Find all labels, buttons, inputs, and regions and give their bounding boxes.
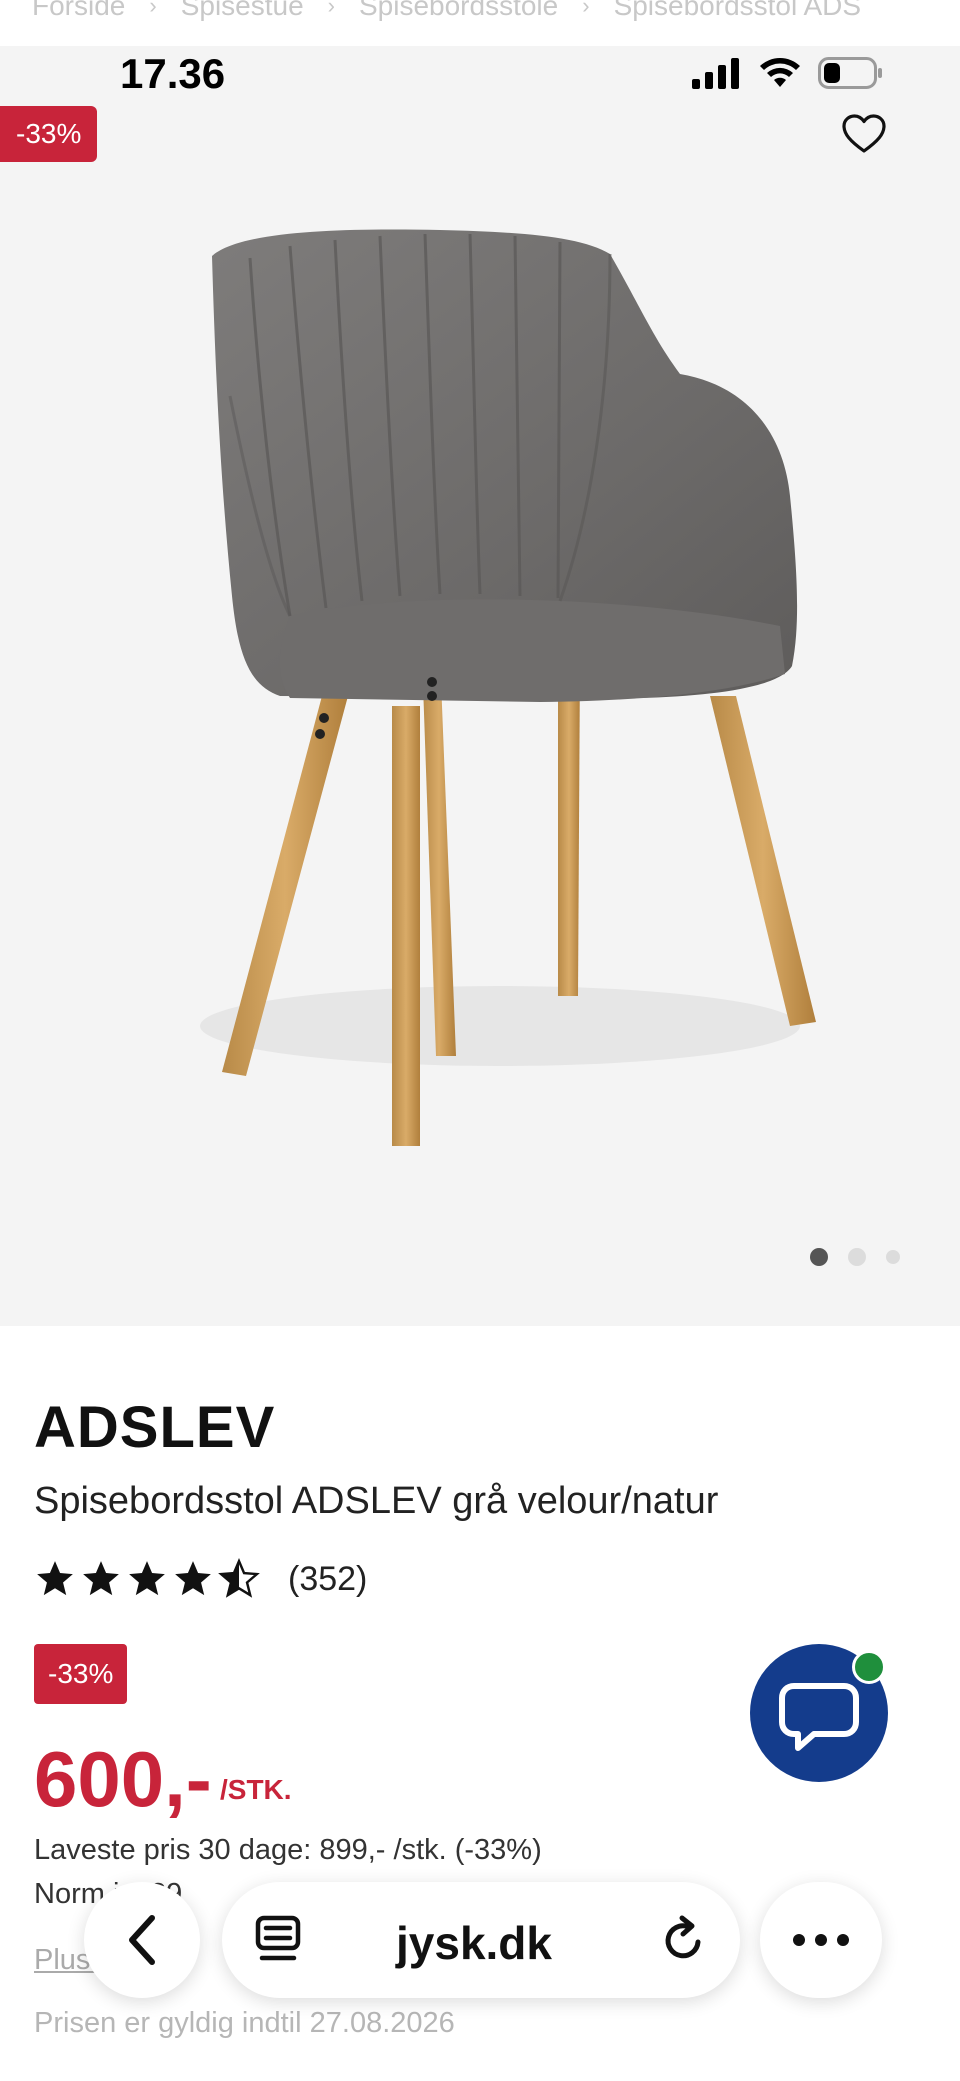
- product-title: Spisebordsstol ADSLEV grå velour/natur: [34, 1480, 719, 1522]
- rating[interactable]: (352): [34, 1558, 367, 1600]
- breadcrumb-separator: ›: [149, 0, 157, 18]
- wifi-icon: [760, 58, 800, 87]
- breadcrumb-separator: ›: [327, 0, 335, 18]
- star-icon: [129, 1561, 165, 1596]
- breadcrumb-item[interactable]: Spisebordsstol ADS: [614, 0, 861, 22]
- cellular-signal-icon: [692, 58, 739, 89]
- url-text[interactable]: jysk.dk: [396, 1916, 552, 1970]
- lowest-price-text: Laveste pris 30 dage: 899,- /stk. (-33%): [34, 1834, 542, 1866]
- star-icon: [83, 1561, 119, 1596]
- address-bar[interactable]: jysk.dk: [222, 1882, 740, 1998]
- gallery-pagination[interactable]: [810, 1248, 900, 1266]
- price: 600,-: [34, 1735, 212, 1823]
- discount-badge: -33%: [34, 1644, 128, 1704]
- product-image: [200, 229, 816, 1146]
- more-button[interactable]: [760, 1882, 882, 1998]
- status-time: 17.36: [120, 50, 226, 97]
- status-icons: [692, 56, 884, 90]
- pagination-dot[interactable]: [886, 1250, 900, 1264]
- product-brand: ADSLEV: [34, 1395, 276, 1460]
- pagination-dot[interactable]: [848, 1248, 866, 1266]
- status-bar: 17.36: [0, 46, 960, 136]
- breadcrumb-item[interactable]: Spisebordsstole: [359, 0, 558, 22]
- breadcrumb: Forside › Spisestue › Spisebordsstole › …: [32, 0, 960, 26]
- star-icon: [175, 1561, 211, 1596]
- back-button[interactable]: [84, 1882, 200, 1998]
- product-image-gallery[interactable]: 17.36 -33%: [0, 46, 960, 1326]
- chevron-left-icon: [129, 1915, 155, 1965]
- discount-badge: -33%: [0, 106, 98, 162]
- breadcrumb-separator: ›: [582, 0, 590, 18]
- breadcrumb-item[interactable]: Forside: [32, 0, 125, 22]
- online-status-dot: [852, 1650, 886, 1684]
- price-validity-text: Prisen er gyldig indtil 27.08.2026: [34, 2007, 455, 2039]
- more-dots-icon: [793, 1934, 849, 1946]
- reload-icon[interactable]: [658, 1914, 710, 1966]
- battery-icon: [818, 57, 882, 89]
- star-icon: [37, 1561, 73, 1596]
- pagination-dot[interactable]: [810, 1248, 828, 1266]
- heart-icon[interactable]: [840, 110, 888, 158]
- rating-count[interactable]: (352): [288, 1560, 367, 1599]
- tabs-icon[interactable]: [252, 1914, 304, 1966]
- half-star-icon: [218, 1558, 260, 1598]
- price-unit: /STK.: [220, 1774, 292, 1805]
- breadcrumb-item[interactable]: Spisestue: [181, 0, 304, 22]
